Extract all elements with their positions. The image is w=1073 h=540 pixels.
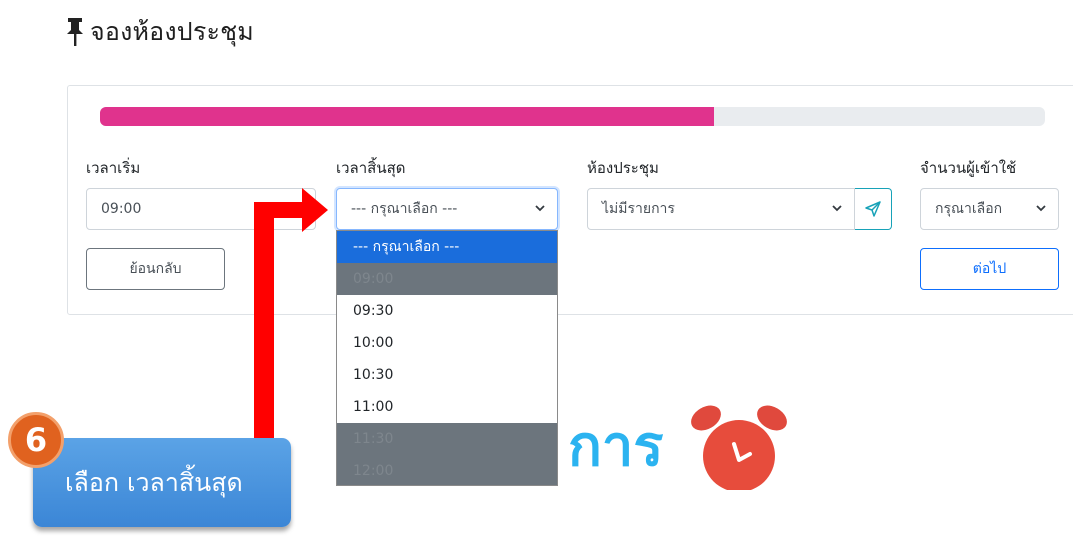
- tutorial-callout: เลือก เวลาสิ้นสุด: [33, 438, 291, 527]
- room-select[interactable]: ไม่มีรายการ: [587, 188, 855, 230]
- room-label: ห้องประชุม: [587, 159, 659, 177]
- chevron-down-icon: [535, 205, 545, 212]
- dropdown-option: 09:00: [337, 263, 557, 295]
- dropdown-option[interactable]: 10:30: [337, 359, 557, 391]
- attendees-label: จำนวนผู้เข้าใช้: [920, 159, 1017, 177]
- start-time-input[interactable]: 09:00: [86, 188, 316, 230]
- background-heading-text: การ: [568, 414, 664, 479]
- pushpin-icon: [67, 18, 83, 46]
- paper-plane-icon: [865, 201, 881, 217]
- attendees-value: กรุณาเลือก: [935, 201, 1003, 217]
- end-time-value: --- กรุณาเลือก ---: [351, 201, 458, 217]
- dropdown-option[interactable]: 09:30: [337, 295, 557, 327]
- start-time-value: 09:00: [101, 201, 142, 217]
- step-number-badge: 6: [8, 412, 64, 468]
- next-button[interactable]: ต่อไป: [920, 248, 1059, 290]
- progress-fill: [100, 107, 715, 126]
- end-time-select[interactable]: --- กรุณาเลือก ---: [336, 188, 558, 230]
- start-time-label: เวลาเริ่ม: [86, 159, 141, 177]
- dropdown-option[interactable]: 11:00: [337, 391, 557, 423]
- dropdown-option[interactable]: --- กรุณาเลือก ---: [337, 231, 557, 263]
- chevron-down-icon: [832, 205, 842, 212]
- attendees-select[interactable]: กรุณาเลือก: [920, 188, 1059, 230]
- page-title: จองห้องประชุม: [64, 14, 254, 50]
- tutorial-caption: เลือก เวลาสิ้นสุด: [65, 467, 243, 497]
- chevron-down-icon: [1036, 205, 1046, 212]
- alarm-clock-icon: [691, 405, 787, 490]
- back-button[interactable]: ย้อนกลับ: [86, 248, 225, 290]
- dropdown-option: 12:00: [337, 455, 557, 485]
- send-room-button[interactable]: [855, 188, 892, 230]
- end-time-label: เวลาสิ้นสุด: [336, 159, 406, 177]
- dropdown-option: 11:30: [337, 423, 557, 455]
- dropdown-option[interactable]: 10:00: [337, 327, 557, 359]
- progress-bar: [100, 107, 1045, 126]
- page-title-text: จองห้องประชุม: [90, 17, 254, 46]
- end-time-dropdown-list[interactable]: --- กรุณาเลือก --- 09:00 09:30 10:00 10:…: [336, 230, 558, 486]
- room-value: ไม่มีรายการ: [602, 201, 675, 217]
